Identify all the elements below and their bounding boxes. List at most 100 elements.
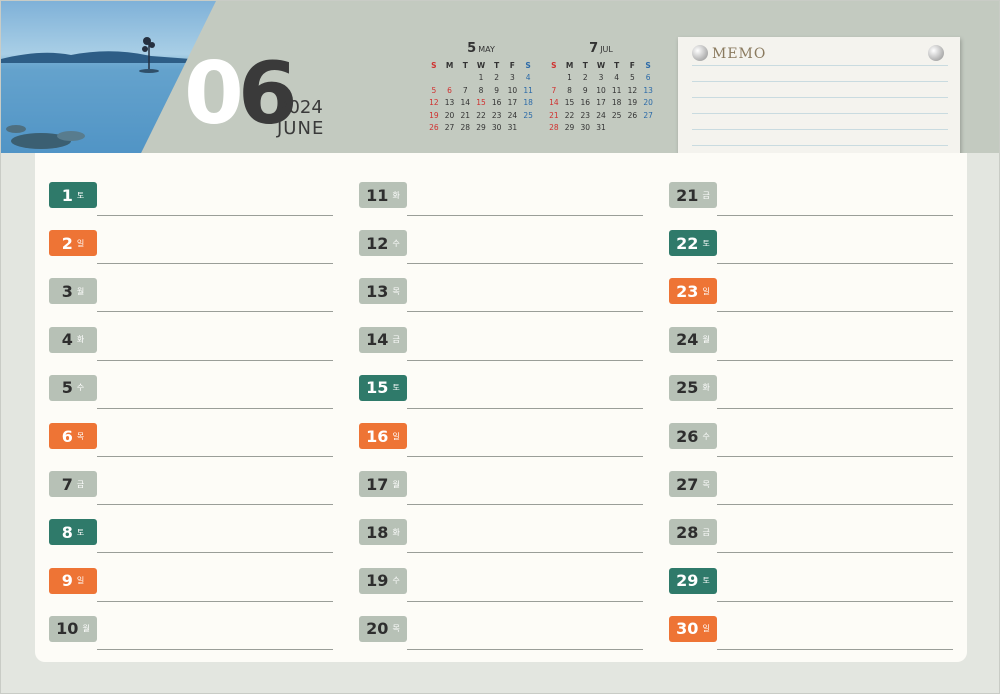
day-entry[interactable]: 11 화 (359, 182, 644, 222)
day-entry[interactable]: 6목 (49, 423, 334, 463)
mini-calendar-date: 26 (627, 110, 638, 120)
day-entry[interactable]: 17 월 (359, 471, 644, 511)
mini-calendar-date: 18 (611, 98, 622, 108)
date-number: 2 (61, 233, 73, 253)
mini-calendar-title: 5 MAY (426, 41, 536, 59)
mini-calendar-date: 13 (643, 85, 653, 95)
mini-calendar-date: 24 (507, 110, 518, 120)
weekday-label: 월 (392, 479, 400, 489)
day-entry[interactable]: 22 토 (669, 230, 954, 270)
mini-calendar-date: 5 (629, 73, 635, 83)
day-entry[interactable]: 24 월 (669, 326, 954, 367)
date-badge: 13 목 (359, 278, 407, 305)
mini-calendar-date: 1 (478, 73, 484, 83)
date-badge: 22 토 (669, 230, 717, 257)
memo-line (692, 145, 948, 146)
weekday-label: 일 (702, 286, 710, 296)
date-badge: 28 금 (669, 519, 717, 546)
date-badge: 12 수 (359, 230, 407, 257)
writing-line (407, 359, 643, 361)
mini-calendar-date: 19 (429, 110, 439, 120)
date-number: 18 (366, 522, 389, 542)
date-badge: 24 월 (669, 326, 717, 353)
day-entry[interactable]: 3월 (49, 278, 334, 318)
mini-calendar-date (609, 122, 625, 135)
mini-calendar-date (520, 122, 536, 135)
day-entry[interactable]: 25 화 (669, 374, 954, 415)
mini-calendar-date: 3 (598, 73, 604, 83)
mini-calendar-weekday: M (445, 60, 454, 70)
day-entry[interactable]: 1토 (49, 182, 334, 222)
day-entry[interactable]: 15 토 (359, 374, 644, 415)
date-badge: 21 금 (669, 182, 717, 208)
day-entry[interactable]: 19 수 (359, 567, 644, 608)
day-entry[interactable]: 21 금 (669, 182, 954, 222)
mini-calendar-date: 2 (582, 73, 588, 83)
mini-calendar-date: 30 (491, 123, 502, 133)
day-entry[interactable]: 30 일 (669, 615, 954, 656)
mini-calendar-date: 20 (444, 110, 455, 120)
day-entry[interactable]: 16 일 (359, 423, 644, 463)
mini-calendar-weekday: S (551, 60, 557, 70)
date-number: 5 (61, 378, 73, 398)
date-number: 30 (676, 619, 699, 639)
day-entry[interactable]: 12 수 (359, 230, 644, 270)
pin-icon (692, 45, 708, 61)
mini-calendar-date: 10 (507, 85, 518, 95)
memo-line (692, 129, 948, 130)
day-entry[interactable]: 9일 (49, 567, 334, 608)
date-badge: 18 화 (359, 519, 407, 546)
weekday-label: 일 (76, 238, 85, 248)
mini-calendar-date: 14 (460, 98, 471, 108)
day-entry[interactable]: 26 수 (669, 423, 954, 463)
weekday-label: 수 (76, 383, 85, 393)
mini-calendar-date (442, 72, 458, 85)
day-entry[interactable]: 10 월 (49, 615, 334, 656)
date-badge: 5수 (49, 374, 97, 401)
writing-line (407, 504, 643, 506)
mini-calendar-date: 3 (509, 73, 515, 83)
weekday-label: 토 (392, 383, 400, 393)
weekday-label: 목 (392, 624, 400, 634)
date-badge: 17 월 (359, 471, 407, 498)
writing-line (717, 359, 953, 361)
date-number: 19 (366, 571, 389, 591)
writing-line (407, 215, 643, 216)
mini-calendar-date: 11 (611, 85, 622, 95)
day-entry[interactable]: 4화 (49, 326, 334, 367)
day-entry[interactable]: 20 목 (359, 615, 644, 656)
mini-calendar-date: 27 (643, 110, 653, 120)
weekday-label: 월 (82, 624, 90, 634)
day-entry[interactable]: 7금 (49, 471, 334, 511)
mini-calendar-month-name: JUL (600, 45, 613, 54)
date-badge: 15 토 (359, 374, 407, 401)
day-entry[interactable]: 8토 (49, 519, 334, 559)
day-entry[interactable]: 18 화 (359, 519, 644, 559)
day-entry[interactable]: 27 목 (669, 471, 954, 511)
weekday-label: 수 (702, 431, 710, 441)
weekday-label: 일 (702, 624, 710, 634)
day-entry[interactable]: 28 금 (669, 519, 954, 559)
mini-calendar-date: 14 (549, 98, 559, 108)
day-entry[interactable]: 13 목 (359, 278, 644, 318)
weekday-label: 화 (76, 335, 85, 345)
day-entry[interactable]: 2일 (49, 230, 334, 270)
mini-calendar-date: 6 (447, 85, 452, 95)
writing-line (97, 600, 333, 602)
writing-line (407, 456, 643, 457)
date-badge: 6목 (49, 423, 97, 449)
mini-calendar-date: 11 (523, 85, 533, 95)
date-badge: 30 일 (669, 615, 717, 642)
date-number: 7 (61, 474, 73, 494)
mini-calendar-date: 17 (507, 98, 518, 108)
day-entry[interactable]: 29 토 (669, 567, 954, 608)
weekday-label: 금 (702, 190, 710, 200)
day-entry[interactable]: 14 금 (359, 326, 644, 367)
writing-line (717, 552, 953, 554)
day-entry[interactable]: 5수 (49, 374, 334, 415)
writing-line (407, 407, 643, 409)
weekday-label: 목 (76, 431, 85, 441)
day-entry[interactable]: 23 일 (669, 278, 954, 318)
date-badge: 1토 (49, 182, 97, 208)
date-number: 12 (366, 233, 389, 253)
